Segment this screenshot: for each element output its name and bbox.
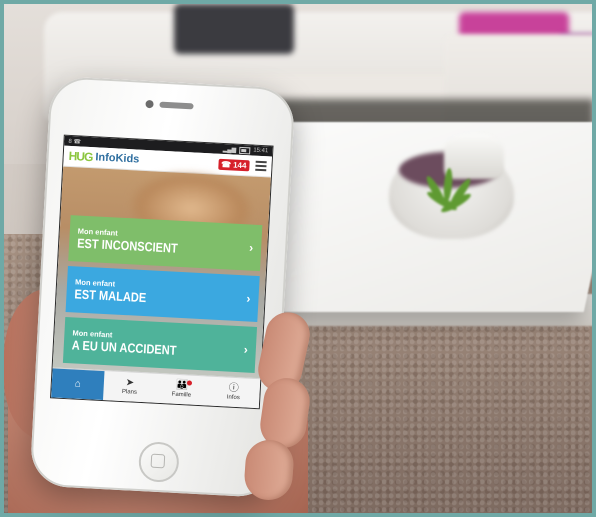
app-logo: HUG InfoKids [68,149,139,167]
dark-pillow [174,4,294,54]
battery-icon [239,146,251,154]
call-number: 144 [232,160,247,170]
main-content: Mon enfant EST INCONSCIENT › Mon enfant … [52,166,271,380]
home-icon: ⌂ [74,378,82,390]
app-title: InfoKids [95,151,140,166]
card-accident[interactable]: Mon enfant A EU UN ACCIDENT › [62,316,258,373]
info-icon: ⓘ [228,382,240,395]
tab-label: Famille [171,391,192,399]
navigation-arrow-icon: ➤ [125,377,135,389]
card-label: EST INCONSCIENT [76,235,179,256]
chevron-right-icon: › [248,240,254,255]
card-label: EST MALADE [74,286,147,306]
home-button[interactable] [137,441,180,484]
tab-label: Plans [121,389,138,396]
chevron-right-icon: › [246,291,251,306]
app-screen: 8 ☎ ▂▄▆ 15:41 HUG InfoKids ☎ 144 Mon enf… [50,134,274,410]
chevron-right-icon: › [243,342,249,357]
tab-label: Infos [226,394,240,402]
signal-icon: ▂▄▆ [222,146,237,154]
tab-home[interactable]: ⌂ [51,368,105,401]
carrier-indicator: 8 ☎ [68,138,82,146]
tab-famille[interactable]: 👪 Famille [155,374,208,406]
hamburger-menu-icon[interactable] [255,160,267,172]
family-icon: 👪 [175,379,189,392]
phone-icon: ☎ [220,159,232,169]
hug-logo: HUG [68,148,93,165]
tab-plans[interactable]: ➤ Plans [103,371,156,403]
card-sick[interactable]: Mon enfant EST MALADE › [65,266,260,323]
tab-infos[interactable]: ⓘ Infos [207,377,260,409]
plant [412,154,482,224]
smartphone: 8 ☎ ▂▄▆ 15:41 HUG InfoKids ☎ 144 Mon enf… [29,75,296,499]
card-unconscious[interactable]: Mon enfant EST INCONSCIENT › [68,215,263,272]
front-camera [145,99,154,109]
emergency-call-button[interactable]: ☎ 144 [217,158,250,171]
clock: 15:41 [253,147,269,155]
earpiece-speaker [159,101,194,110]
card-label: A EU UN ACCIDENT [71,337,177,359]
